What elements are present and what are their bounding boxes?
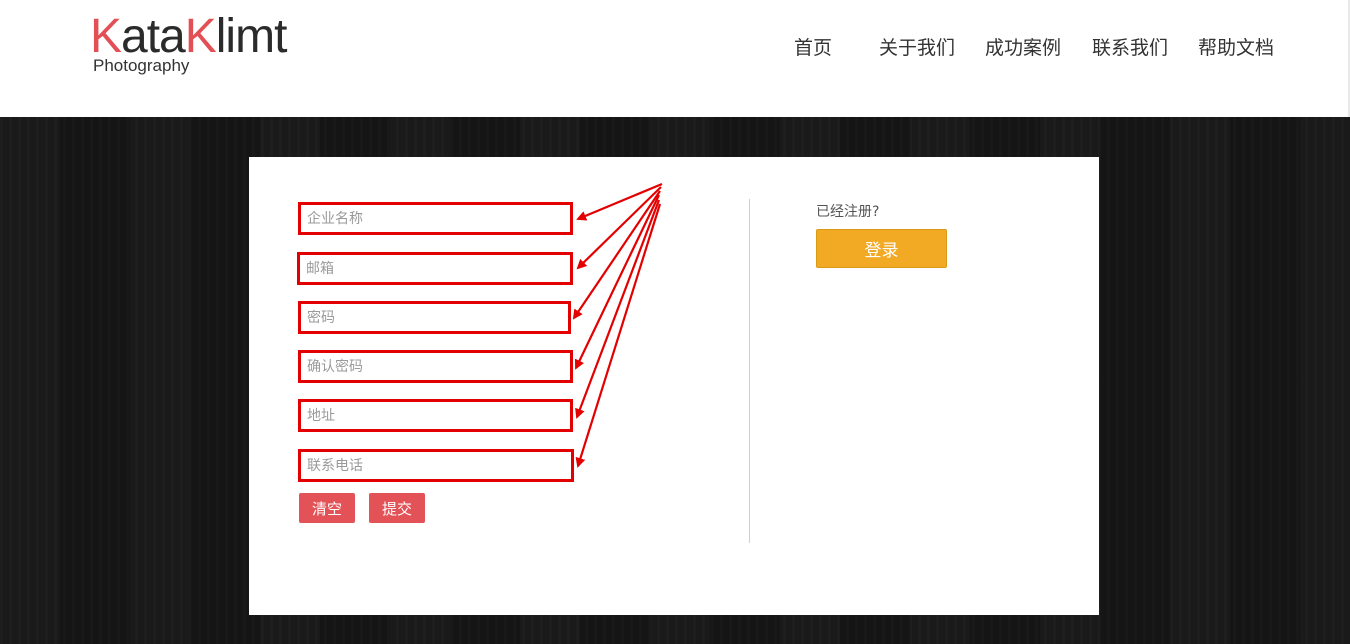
clear-button[interactable]: 清空 (299, 493, 355, 523)
submit-button[interactable]: 提交 (369, 493, 425, 523)
email-input[interactable] (297, 252, 573, 285)
address-input[interactable] (298, 399, 573, 432)
nav-item-cases[interactable]: 成功案例 (985, 33, 1061, 60)
nav-item-contact[interactable]: 联系我们 (1092, 33, 1168, 60)
vertical-divider (749, 199, 750, 543)
main-nav: 首页 关于我们 成功案例 联系我们 帮助文档 (0, 33, 1350, 60)
logo-subtitle: Photography (93, 56, 190, 75)
login-button[interactable]: 登录 (816, 229, 947, 268)
password-input[interactable] (298, 301, 571, 334)
nav-item-help[interactable]: 帮助文档 (1198, 33, 1274, 60)
nav-item-about[interactable]: 关于我们 (879, 33, 955, 60)
phone-input[interactable] (298, 449, 574, 482)
already-registered-label: 已经注册? (816, 204, 880, 220)
company-name-input[interactable] (298, 202, 573, 235)
confirm-password-input[interactable] (298, 350, 573, 383)
site-header: KataKlimt Photography 首页 关于我们 成功案例 联系我们 … (0, 0, 1350, 117)
nav-item-home[interactable]: 首页 (794, 33, 832, 60)
